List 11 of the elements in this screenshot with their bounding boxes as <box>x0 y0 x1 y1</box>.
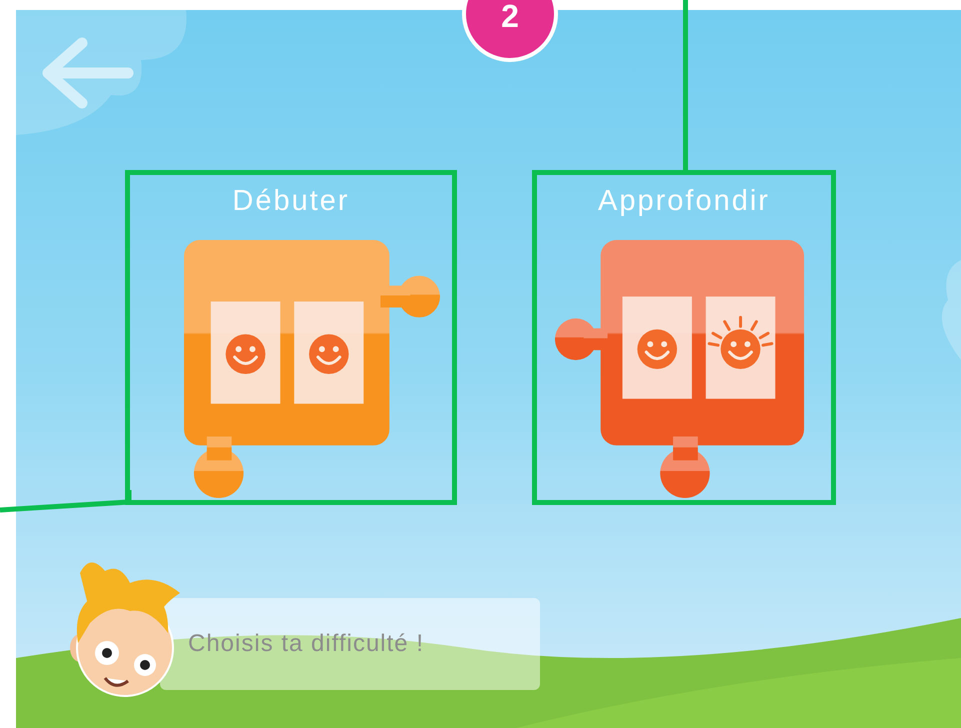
sun-face-icon <box>708 316 774 369</box>
hint-text: Choisis ta difficulté ! <box>188 629 424 659</box>
option-card[interactable]: Approfondir <box>532 170 836 505</box>
smiley-icon <box>637 329 678 369</box>
option-card[interactable]: Débuter <box>125 170 457 505</box>
back-arrow-icon <box>42 36 134 108</box>
smiley-icon <box>226 334 266 374</box>
back-button[interactable] <box>40 35 135 110</box>
option-title: Débuter <box>232 187 350 216</box>
option-title: Approfondir <box>598 187 770 216</box>
smiley-icon <box>309 334 349 374</box>
